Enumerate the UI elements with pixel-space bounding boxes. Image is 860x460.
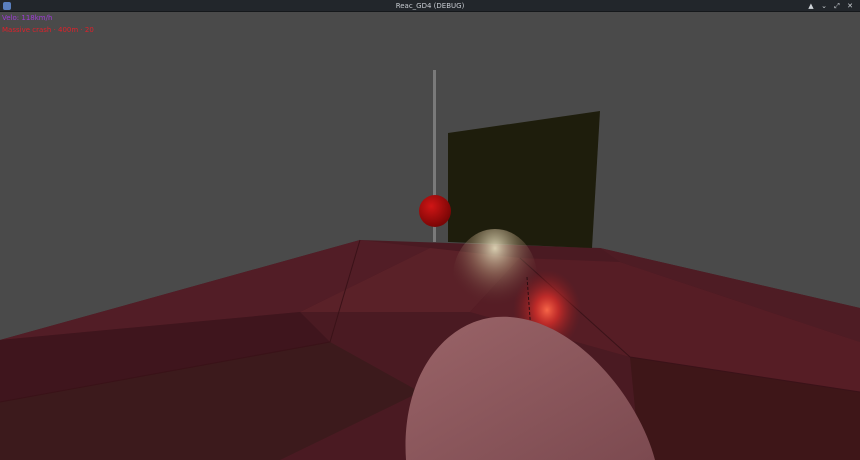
hud-velocity-text: Velo: 118km/h bbox=[2, 14, 53, 22]
hud-status-text: Massive crash · 400m · 20 bbox=[2, 26, 94, 34]
window-title: Reac_GD4 (DEBUG) bbox=[395, 2, 465, 10]
game-viewport[interactable]: Velo: 118km/h Massive crash · 400m · 20 bbox=[0, 12, 860, 460]
minimize-button[interactable]: ⌄ bbox=[819, 1, 829, 11]
scene-canvas bbox=[0, 70, 860, 460]
back-wall bbox=[448, 111, 600, 248]
window-titlebar: Reac_GD4 (DEBUG) ▲ ⌄ ⤢ ✕ bbox=[0, 0, 860, 12]
red-ball bbox=[419, 195, 451, 227]
keep-above-button[interactable]: ▲ bbox=[806, 1, 816, 11]
maximize-button[interactable]: ⤢ bbox=[832, 1, 842, 11]
close-button[interactable]: ✕ bbox=[845, 1, 855, 11]
